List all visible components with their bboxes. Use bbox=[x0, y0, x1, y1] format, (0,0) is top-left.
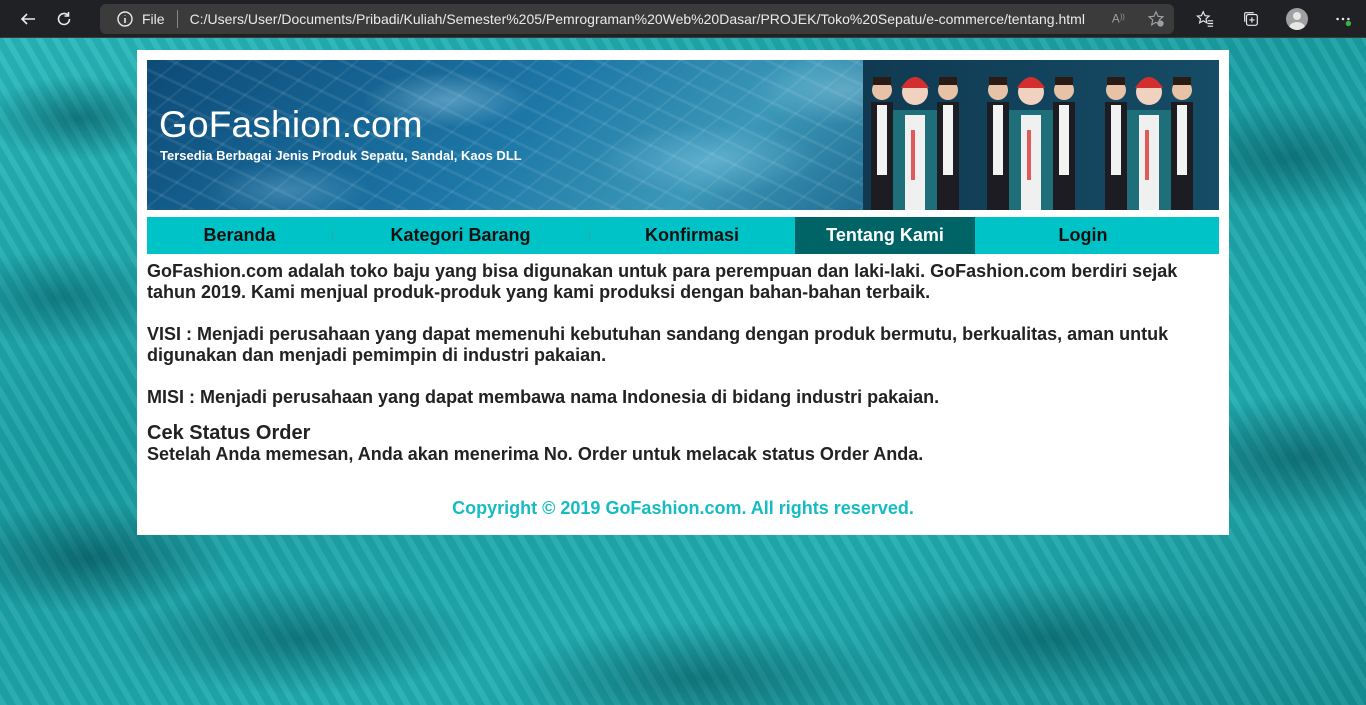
nav-item-label: Konfirmasi bbox=[644, 225, 740, 245]
site-container: GoFashion.com Tersedia Berbagai Jenis Pr… bbox=[137, 50, 1229, 535]
svg-text:)): )) bbox=[1120, 12, 1125, 21]
add-favorite-icon[interactable] bbox=[1146, 9, 1166, 29]
nav-item-label: Kategori Barang bbox=[390, 225, 531, 245]
read-aloud-icon[interactable]: A)) bbox=[1110, 9, 1130, 29]
page-background: GoFashion.com Tersedia Berbagai Jenis Pr… bbox=[0, 38, 1366, 705]
site-tagline: Tersedia Berbagai Jenis Produk Sepatu, S… bbox=[160, 148, 522, 163]
footer-copyright: Copyright © 2019 GoFashion.com. All righ… bbox=[452, 498, 914, 518]
favorites-icon[interactable] bbox=[1182, 4, 1228, 34]
status-heading: Cek Status Order bbox=[147, 422, 311, 444]
site-title: GoFashion.com bbox=[159, 104, 423, 145]
nav-item-konfirmasi[interactable]: Konfirmasi bbox=[589, 217, 796, 254]
info-icon[interactable] bbox=[116, 10, 134, 28]
misi-paragraph: MISI : Menjadi perusahaan yang dapat mem… bbox=[147, 387, 940, 407]
visi-paragraph: VISI : Menjadi perusahaan yang dapat mem… bbox=[147, 324, 1169, 365]
url-scheme: File bbox=[142, 11, 165, 27]
address-bar[interactable]: File C:/Users/User/Documents/Pribadi/Kul… bbox=[100, 4, 1174, 34]
intro-paragraph: GoFashion.com adalah toko baju yang bisa… bbox=[147, 261, 1178, 302]
back-icon[interactable] bbox=[10, 4, 46, 34]
refresh-icon[interactable] bbox=[46, 4, 82, 34]
avatar bbox=[1286, 8, 1308, 30]
header-banner: GoFashion.com Tersedia Berbagai Jenis Pr… bbox=[147, 60, 1219, 210]
about-content: GoFashion.com adalah toko baju yang bisa… bbox=[147, 261, 1207, 465]
nav-item-beranda[interactable]: Beranda bbox=[147, 217, 333, 254]
profile-avatar[interactable] bbox=[1274, 4, 1320, 34]
main-nav: Beranda Kategori Barang Konfirmasi Tenta… bbox=[147, 217, 1219, 254]
nav-item-kategori-barang[interactable]: Kategori Barang bbox=[332, 217, 590, 254]
url-text[interactable]: C:/Users/User/Documents/Pribadi/Kuliah/S… bbox=[190, 11, 1085, 27]
status-text: Setelah Anda memesan, Anda akan menerima… bbox=[147, 444, 924, 464]
nav-item-label: Tentang Kami bbox=[826, 225, 944, 245]
nav-item-label: Beranda bbox=[203, 225, 276, 245]
nav-item-tentang-kami[interactable]: Tentang Kami bbox=[795, 217, 975, 254]
nav-item-label: Login bbox=[1058, 225, 1108, 245]
svg-text:A: A bbox=[1112, 13, 1120, 26]
banner-models-image bbox=[863, 60, 1219, 210]
nav-item-login[interactable]: Login bbox=[975, 217, 1191, 254]
browser-toolbar: File C:/Users/User/Documents/Pribadi/Kul… bbox=[0, 0, 1366, 38]
url-separator bbox=[176, 10, 178, 28]
more-icon[interactable] bbox=[1320, 4, 1366, 34]
collections-icon[interactable] bbox=[1228, 4, 1274, 34]
